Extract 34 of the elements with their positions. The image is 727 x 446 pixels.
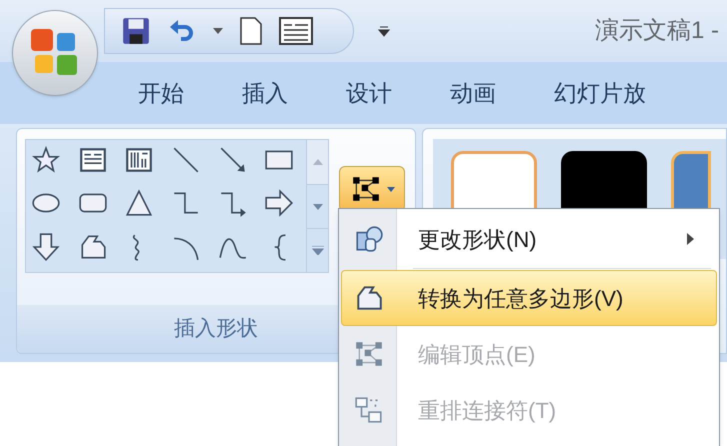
text-box-icon[interactable] — [78, 145, 108, 175]
dropdown-caret-icon[interactable] — [213, 28, 223, 34]
new-document-icon[interactable] — [239, 16, 263, 46]
menu-item-label: 编辑顶点(E) — [418, 340, 536, 368]
line-icon[interactable] — [171, 145, 202, 175]
right-arrow-icon[interactable] — [264, 188, 294, 218]
ribbon-tab[interactable]: 动画 — [450, 76, 496, 110]
window-title: 演示文稿1 - — [594, 16, 719, 46]
ribbon-tab[interactable]: 开始 — [138, 76, 184, 110]
triangle-icon[interactable] — [124, 188, 154, 218]
menu-item-label: 转换为任意多边形(V) — [418, 284, 624, 312]
ribbon-tab[interactable]: 插入 — [242, 76, 288, 110]
menu-item[interactable]: 转换为任意多边形(V) — [341, 270, 717, 326]
menu-item-label: 重排连接符(T) — [418, 396, 556, 424]
expand-gallery-icon — [312, 246, 324, 255]
dropdown-caret-icon — [387, 186, 395, 192]
star-icon[interactable] — [31, 145, 61, 175]
overlapping-shapes-icon — [354, 224, 384, 254]
down-arrow-icon[interactable] — [31, 232, 61, 262]
customize-toolbar-icon[interactable] — [378, 25, 390, 37]
group-label: 插入形状 — [174, 316, 258, 342]
connector-boxes-icon — [354, 395, 384, 425]
ribbon-tab[interactable]: 幻灯片放 — [554, 76, 646, 110]
submenu-arrow-icon — [687, 233, 694, 245]
menu-item[interactable]: 更改形状(N) — [341, 211, 717, 267]
ribbon-tab[interactable]: 设计 — [346, 76, 392, 110]
edit-points-icon — [354, 339, 384, 369]
arrow-line-icon[interactable] — [218, 145, 248, 175]
down-arrow-icon — [312, 204, 323, 210]
vertical-text-box-icon[interactable] — [124, 145, 154, 175]
up-arrow-icon — [312, 159, 323, 165]
text-box-icon[interactable] — [279, 17, 313, 45]
menu-item-label: 更改形状(N) — [418, 226, 537, 254]
save-icon[interactable] — [121, 16, 151, 46]
